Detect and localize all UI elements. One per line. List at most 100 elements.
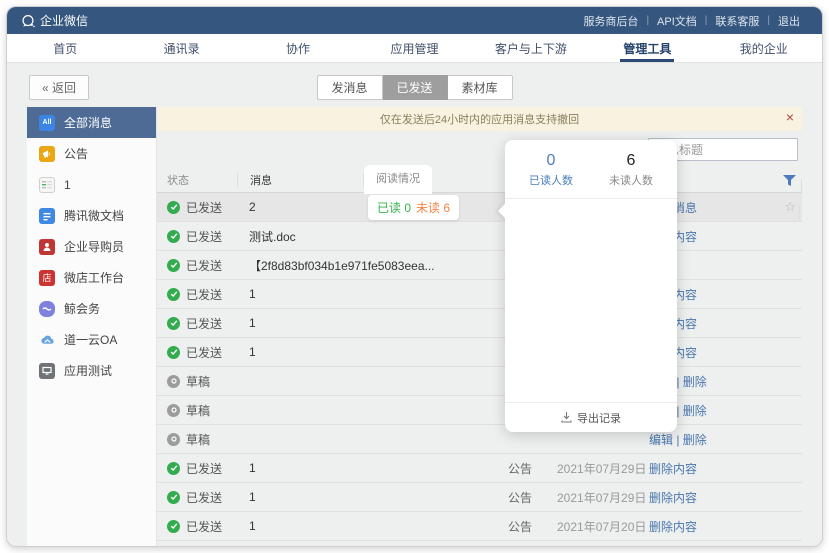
sidebar-item-announcement[interactable]: 公告 bbox=[27, 138, 156, 169]
delete-content-link[interactable]: 删除内容 bbox=[649, 491, 697, 505]
delete-content-link[interactable]: 删除内容 bbox=[649, 462, 697, 476]
table-row[interactable]: 已发送 测试.doc 删除内容 bbox=[157, 222, 802, 251]
table-row[interactable]: 已发送 1 公告2021年07月29日 删除内容 bbox=[157, 483, 802, 512]
sidebar-item-label: 企业导购员 bbox=[64, 238, 124, 255]
sent-check-icon bbox=[167, 491, 180, 504]
draft-icon bbox=[167, 375, 180, 388]
popover-body bbox=[505, 199, 677, 402]
link-api-docs[interactable]: API文档 bbox=[649, 13, 705, 29]
date-cell: 2021年07月29日 bbox=[557, 489, 649, 506]
unread-count: 未读 6 bbox=[416, 201, 450, 215]
header-read-status: 阅读情况 bbox=[364, 165, 504, 194]
star-icon[interactable]: ☆ bbox=[784, 199, 796, 214]
app-logo-text: 企业微信 bbox=[40, 12, 88, 29]
action-cell: 编辑 | 删除 bbox=[649, 431, 781, 448]
table-row[interactable]: 已发送 2 已读 0未读 6 撤回消息 ☆ bbox=[157, 193, 802, 222]
read-stat: 0 已读人数 bbox=[511, 152, 591, 188]
delete-content-link[interactable]: 删除内容 bbox=[649, 520, 697, 534]
table-row[interactable]: 已发送 1 删除内容 bbox=[157, 309, 802, 338]
status-label: 已发送 bbox=[186, 344, 222, 361]
message-cell: 【2f8d83bf034b1e971fe5083eea... bbox=[237, 257, 362, 274]
export-records-label: 导出记录 bbox=[577, 410, 621, 426]
popover-stats: 0 已读人数 6 未读人数 bbox=[505, 140, 677, 199]
nav-my-company[interactable]: 我的企业 bbox=[706, 34, 822, 62]
sidebar-item-weidian-workbench[interactable]: 店 微店工作台 bbox=[27, 262, 156, 293]
sidebar-item-label: 鲸会务 bbox=[64, 300, 100, 317]
nav-contacts[interactable]: 通讯录 bbox=[123, 34, 239, 62]
sidebar-item-label: 微店工作台 bbox=[64, 269, 124, 286]
tab-material-library[interactable]: 素材库 bbox=[448, 75, 513, 100]
nav-collaboration[interactable]: 协作 bbox=[240, 34, 356, 62]
sidebar-item-shopping-guide[interactable]: 企业导购员 bbox=[27, 231, 156, 262]
toolbar: « 返回 发消息 已发送 素材库 bbox=[27, 73, 802, 107]
message-cell: 2 bbox=[237, 200, 362, 214]
table-row[interactable]: 已发送 1 公告2021年07月29日 删除内容 bbox=[157, 454, 802, 483]
all-badge-icon: All bbox=[39, 115, 55, 131]
table-row[interactable]: 已发送 1 公告2021年07月20日 删除内容 bbox=[157, 512, 802, 541]
sidebar-item-label: 腾讯微文档 bbox=[64, 207, 124, 224]
star-cell[interactable]: ☆ bbox=[781, 199, 802, 215]
sidebar-item-label: 应用测试 bbox=[64, 362, 112, 379]
read-status-cell[interactable]: 已读 0未读 6 bbox=[362, 195, 502, 220]
monitor-icon bbox=[39, 363, 55, 379]
edit-delete-links[interactable]: 编辑 | 删除 bbox=[649, 433, 707, 447]
draft-icon bbox=[167, 433, 180, 446]
sent-check-icon bbox=[167, 201, 180, 214]
tab-send-message[interactable]: 发消息 bbox=[316, 75, 382, 100]
table-row[interactable]: 已发送 【2f8d83bf034b1e971fe5083eea... bbox=[157, 251, 802, 280]
link-service-provider[interactable]: 服务商后台 bbox=[575, 13, 646, 29]
sidebar-item-daoyiyun-oa[interactable]: 道一云OA bbox=[27, 324, 156, 355]
header-divider bbox=[801, 179, 802, 193]
filter-icon[interactable] bbox=[783, 175, 796, 186]
message-cell: 1 bbox=[237, 316, 362, 330]
table-row[interactable]: 草稿 编辑 | 删除 bbox=[157, 367, 802, 396]
notes-icon bbox=[39, 177, 55, 193]
message-tabs: 发消息 已发送 素材库 bbox=[316, 75, 512, 100]
action-cell: 删除内容 bbox=[649, 518, 781, 535]
sidebar-item-whale-conference[interactable]: 鲸会务 bbox=[27, 293, 156, 324]
content-area: « 返回 发消息 已发送 素材库 All 全部消息 公告 bbox=[7, 63, 822, 546]
back-button[interactable]: « 返回 bbox=[29, 75, 89, 100]
sent-check-icon bbox=[167, 230, 180, 243]
sent-check-icon bbox=[167, 288, 180, 301]
export-records-button[interactable]: 导出记录 bbox=[505, 402, 677, 432]
nav-customers[interactable]: 客户与上下游 bbox=[473, 34, 589, 62]
sidebar-item-all-messages[interactable]: All 全部消息 bbox=[27, 107, 156, 138]
sidebar-item-label: 公告 bbox=[64, 145, 88, 162]
whale-bubble-icon bbox=[39, 301, 55, 317]
sidebar-item-1[interactable]: 1 bbox=[27, 169, 156, 200]
message-cell: 1 bbox=[237, 490, 362, 504]
tab-sent[interactable]: 已发送 bbox=[382, 75, 447, 100]
close-icon[interactable]: × bbox=[786, 110, 794, 124]
message-cell: 1 bbox=[237, 287, 362, 301]
link-contact-support[interactable]: 联系客服 bbox=[707, 13, 767, 29]
sidebar-item-tencent-docs[interactable]: 腾讯微文档 bbox=[27, 200, 156, 231]
cloud-icon bbox=[39, 332, 55, 348]
header-status: 状态 bbox=[157, 172, 237, 188]
link-logout[interactable]: 退出 bbox=[770, 13, 808, 29]
date-cell: 2021年07月20日 bbox=[557, 518, 649, 535]
nav-admin-tools[interactable]: 管理工具 bbox=[589, 34, 705, 62]
table-row[interactable]: 草稿 编辑 | 删除 bbox=[157, 425, 802, 454]
sidebar-item-app-test[interactable]: 应用测试 bbox=[27, 355, 156, 386]
table-row[interactable]: 草稿 编辑 | 删除 bbox=[157, 396, 802, 425]
search-row bbox=[157, 131, 802, 167]
megaphone-icon bbox=[39, 146, 55, 162]
sidebar-item-label: 1 bbox=[64, 178, 71, 192]
header-filter[interactable] bbox=[783, 172, 802, 187]
unread-stat: 6 未读人数 bbox=[591, 152, 671, 188]
read-count-number: 0 bbox=[511, 152, 591, 170]
date-cell: 2021年07月29日 bbox=[557, 460, 649, 477]
unread-count-number: 6 bbox=[591, 152, 671, 170]
nav-home[interactable]: 首页 bbox=[7, 34, 123, 62]
shop-badge-icon: 店 bbox=[39, 270, 55, 286]
table-row[interactable]: 已发送 1 删除内容 bbox=[157, 280, 802, 309]
type-cell: 公告 bbox=[502, 518, 557, 535]
type-cell: 公告 bbox=[502, 460, 557, 477]
nav-app-management[interactable]: 应用管理 bbox=[356, 34, 472, 62]
read-count-label: 已读人数 bbox=[511, 172, 591, 188]
document-icon bbox=[39, 208, 55, 224]
status-label: 已发送 bbox=[186, 286, 222, 303]
table-row[interactable]: 已发送 1 删除内容 bbox=[157, 338, 802, 367]
person-badge-icon bbox=[39, 239, 55, 255]
